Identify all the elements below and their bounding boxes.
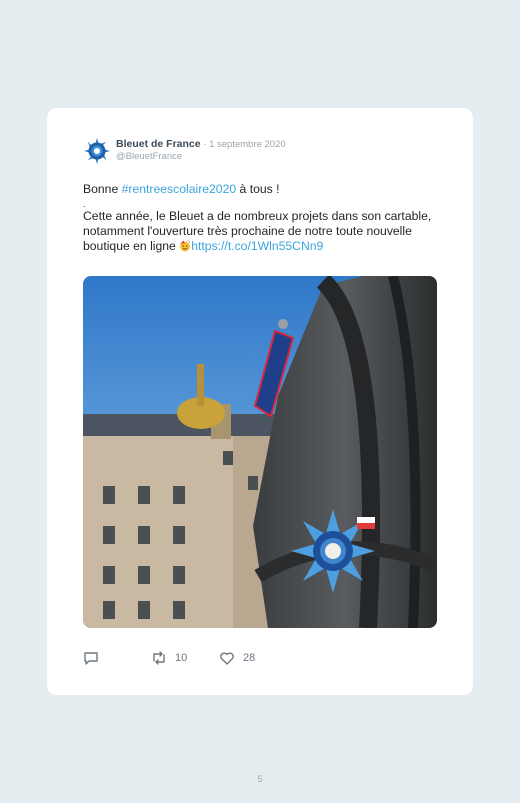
reply-button[interactable] bbox=[83, 650, 99, 666]
tweet-actions: 10 28 bbox=[83, 650, 443, 666]
page-number: 5 bbox=[257, 774, 263, 785]
hashtag-link[interactable]: #rentreescolaire2020 bbox=[122, 182, 237, 196]
tweet-date[interactable]: 1 septembre 2020 bbox=[209, 139, 286, 150]
party-face-emoji-icon bbox=[179, 240, 191, 252]
backpack-photo-image bbox=[83, 276, 437, 628]
tweet-card: Bleuet de France · 1 septembre 2020 @Ble… bbox=[47, 108, 473, 695]
retweet-button[interactable]: 10 bbox=[151, 650, 187, 666]
separator: · bbox=[200, 139, 210, 150]
author-handle[interactable]: @BleuetFrance bbox=[116, 151, 182, 162]
reply-icon bbox=[84, 652, 98, 665]
tweet-text: Bonne #rentreescolaire2020 à tous ! . Ce… bbox=[83, 182, 443, 254]
tweet-line-1: Bonne #rentreescolaire2020 à tous ! bbox=[83, 182, 443, 197]
heart-icon bbox=[220, 652, 234, 665]
tweet-line-2: . bbox=[83, 199, 86, 209]
retweet-count: 10 bbox=[175, 652, 188, 664]
tweet-link[interactable]: https://t.co/1Wln55CNn9 bbox=[191, 239, 323, 253]
avatar[interactable] bbox=[83, 137, 111, 165]
text-segment: Bonne bbox=[83, 182, 122, 196]
author-line: Bleuet de France · 1 septembre 2020 bbox=[116, 138, 286, 150]
tweet-photo[interactable] bbox=[83, 276, 437, 628]
like-button[interactable]: 28 bbox=[219, 650, 255, 666]
tweet-body: Cette année, le Bleuet a de nombreux pro… bbox=[83, 209, 443, 254]
text-segment: à tous ! bbox=[236, 182, 280, 196]
retweet-icon bbox=[153, 651, 165, 665]
cornflower-logo-icon bbox=[83, 137, 111, 165]
like-count: 28 bbox=[243, 652, 256, 664]
author-name[interactable]: Bleuet de France bbox=[116, 138, 201, 150]
